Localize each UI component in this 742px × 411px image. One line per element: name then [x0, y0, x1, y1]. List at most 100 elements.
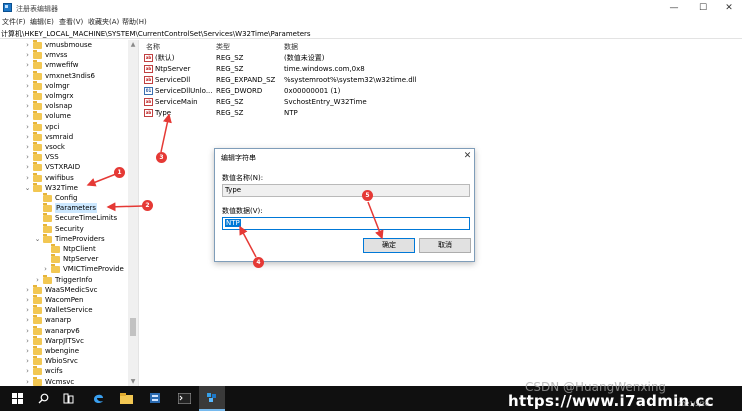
tree-item[interactable]: › vmvss	[0, 50, 128, 60]
chevron-right-icon[interactable]: ›	[24, 285, 31, 295]
tree-item-label[interactable]: VSS	[45, 152, 59, 162]
tree-item-label[interactable]: WaaSMedicSvc	[45, 285, 98, 295]
regedit-icon[interactable]	[199, 386, 225, 411]
chevron-right-icon[interactable]: ›	[24, 305, 31, 315]
chevron-right-icon[interactable]: ›	[24, 162, 31, 172]
chevron-right-icon[interactable]: ›	[24, 91, 31, 101]
tree-item-label[interactable]: W32Time	[45, 183, 78, 193]
tree-item[interactable]: › WarpJITSvc	[0, 335, 128, 346]
tree-item[interactable]: › vpci	[0, 121, 128, 132]
chevron-right-icon[interactable]: ›	[24, 122, 31, 132]
tree-item-label[interactable]: SecureTimeLimits	[55, 213, 117, 223]
tree-item[interactable]: › volmgrx	[0, 91, 128, 101]
tree-item[interactable]: › volmgr	[0, 80, 128, 91]
chevron-right-icon[interactable]: ›	[34, 275, 41, 285]
chevron-right-icon[interactable]: ›	[24, 71, 31, 81]
column-name[interactable]: 名称	[146, 42, 160, 52]
value-row[interactable]: ab Type REG_SZ NTP	[142, 108, 742, 119]
tree-item-label[interactable]: vwifibus	[45, 173, 74, 183]
chevron-right-icon[interactable]: ›	[24, 366, 31, 376]
maximize-button[interactable]: ☐	[690, 2, 716, 15]
value-row[interactable]: ab (默认) REG_SZ (数值未设置)	[142, 53, 742, 64]
value-data-input[interactable]: NTP	[222, 217, 470, 230]
tree-item-label[interactable]: volmgr	[45, 81, 70, 91]
tree-item[interactable]: › WacomPen	[0, 295, 128, 305]
chevron-right-icon[interactable]: ›	[24, 40, 31, 50]
chevron-right-icon[interactable]: ›	[42, 264, 49, 274]
menu-edit[interactable]: 编辑(E)	[30, 17, 54, 28]
tree-item[interactable]: › vwifibus	[0, 172, 128, 183]
terminal-icon[interactable]	[171, 386, 197, 411]
tree-item[interactable]: › vsock	[0, 142, 128, 152]
task-view-icon[interactable]	[55, 386, 81, 411]
tree-item-label[interactable]: Wcmsvc	[45, 377, 74, 386]
tree-item-label[interactable]: WacomPen	[45, 295, 83, 305]
value-row[interactable]: ab ServiceDll REG_EXPAND_SZ %systemroot%\sy…	[142, 75, 742, 86]
dialog-close-icon[interactable]: ✕	[462, 151, 473, 162]
tree-item[interactable]: › vsmraid	[0, 131, 128, 142]
tree-item[interactable]: NtpClient	[0, 244, 128, 254]
tree-item[interactable]: › volsnap	[0, 101, 128, 111]
ok-button[interactable]: 确定	[363, 238, 415, 253]
tree-item-label[interactable]: WalletService	[45, 305, 93, 315]
minimize-button[interactable]: —	[661, 2, 687, 15]
menu-file[interactable]: 文件(F)	[2, 17, 26, 28]
tree-item[interactable]: › VMICTimeProvide	[0, 264, 128, 274]
chevron-down-icon[interactable]: ⌄	[34, 234, 41, 244]
value-row[interactable]: ab NtpServer REG_SZ time.windows.com,0x8	[142, 64, 742, 75]
tree-item[interactable]: Security	[0, 223, 128, 234]
tree-item-label[interactable]: WbioSrvc	[45, 356, 78, 366]
menu-help[interactable]: 帮助(H)	[122, 17, 147, 28]
tree-item[interactable]: ⌄ W32Time	[0, 182, 128, 193]
tree-item[interactable]: › VSS	[0, 152, 128, 162]
tree-item-label[interactable]: VMICTimeProvide	[63, 264, 124, 274]
tree-item-label[interactable]: NtpServer	[63, 254, 98, 264]
tree-item[interactable]: › WaaSMedicSvc	[0, 284, 128, 295]
tree-item[interactable]: › wanarp	[0, 315, 128, 325]
tree-item[interactable]: SecureTimeLimits	[0, 213, 128, 223]
tree-item-label[interactable]: vmusbmouse	[45, 40, 92, 50]
address-path[interactable]: 计算机\HKEY_LOCAL_MACHINE\SYSTEM\CurrentCon…	[1, 29, 311, 39]
column-data[interactable]: 数据	[284, 42, 298, 52]
scroll-down-icon[interactable]: ▼	[128, 377, 138, 386]
tree-item-label[interactable]: vsmraid	[45, 132, 73, 142]
chevron-right-icon[interactable]: ›	[24, 101, 31, 111]
value-row[interactable]: ab ServiceMain REG_SZ SvchostEntry_W32Time	[142, 97, 742, 108]
value-row[interactable]: 01 ServiceDllUnlo... REG_DWORD 0x00000001 (…	[142, 86, 742, 97]
tree-item[interactable]: Parameters	[0, 203, 128, 214]
menu-favorites[interactable]: 收藏夹(A)	[88, 17, 119, 28]
cancel-button[interactable]: 取消	[419, 238, 471, 253]
chevron-right-icon[interactable]: ›	[24, 50, 31, 60]
tree-item-label[interactable]: TriggerInfo	[55, 275, 92, 285]
edge-icon[interactable]	[85, 386, 111, 411]
tree-item-label[interactable]: Parameters	[55, 203, 98, 214]
column-type[interactable]: 类型	[216, 42, 230, 52]
chevron-right-icon[interactable]: ›	[24, 142, 31, 152]
close-button[interactable]: ✕	[716, 2, 742, 15]
scroll-up-icon[interactable]: ▲	[128, 40, 138, 49]
tree-item[interactable]: › vmusbmouse	[0, 40, 128, 50]
tree-item[interactable]: › TriggerInfo	[0, 274, 128, 285]
tree-item[interactable]: › WalletService	[0, 305, 128, 315]
server-manager-icon[interactable]	[142, 386, 168, 411]
search-icon[interactable]	[30, 386, 56, 411]
tree-item[interactable]: ⌄ TimeProviders	[0, 233, 128, 244]
tree-item-label[interactable]: volume	[45, 111, 71, 121]
chevron-right-icon[interactable]: ›	[24, 346, 31, 356]
menu-view[interactable]: 查看(V)	[59, 17, 83, 28]
chevron-right-icon[interactable]: ›	[24, 111, 31, 121]
chevron-right-icon[interactable]: ›	[24, 315, 31, 325]
chevron-right-icon[interactable]: ›	[24, 173, 31, 183]
chevron-right-icon[interactable]: ›	[24, 81, 31, 91]
address-bar[interactable]: 计算机\HKEY_LOCAL_MACHINE\SYSTEM\CurrentCon…	[0, 28, 742, 39]
tree-item[interactable]: › WbioSrvc	[0, 356, 128, 366]
chevron-right-icon[interactable]: ›	[24, 132, 31, 142]
tree-item-label[interactable]: wanarp	[45, 315, 71, 325]
tree-item-label[interactable]: NtpClient	[63, 244, 96, 254]
chevron-right-icon[interactable]: ›	[24, 356, 31, 366]
chevron-right-icon[interactable]: ›	[24, 326, 31, 336]
tree-item[interactable]: NtpServer	[0, 254, 128, 264]
tree-item[interactable]: › vmxnet3ndis6	[0, 70, 128, 81]
chevron-right-icon[interactable]: ›	[24, 295, 31, 305]
tree-item[interactable]: › volume	[0, 111, 128, 121]
